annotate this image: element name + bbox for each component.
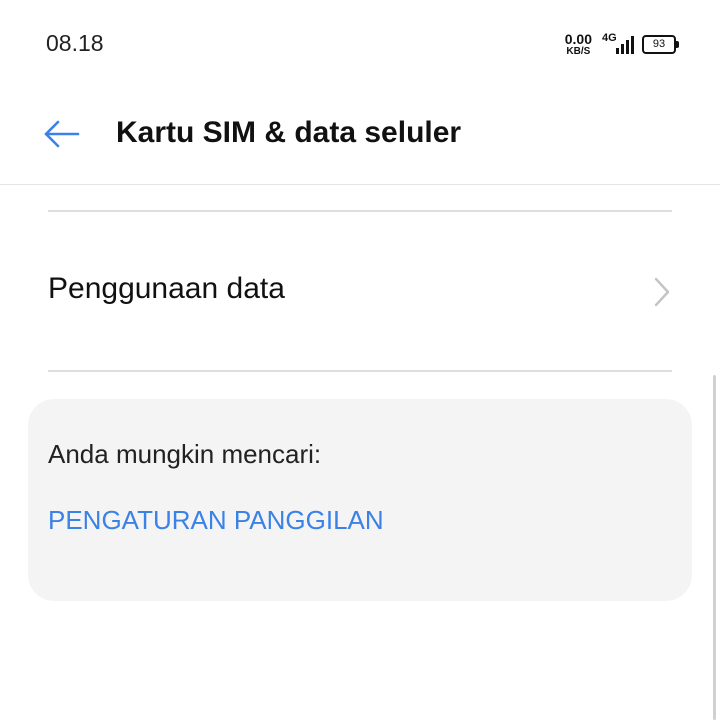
network-speed-icon: 0.00 KB/S <box>565 32 592 57</box>
status-icons: 0.00 KB/S 4G 93 <box>565 30 679 58</box>
battery-icon: 93 <box>642 34 679 54</box>
network-type-label: 4G <box>602 32 617 44</box>
header-divider <box>0 184 720 185</box>
signal-icon: 4G <box>600 32 634 56</box>
data-usage-item[interactable]: Penggunaan data <box>48 212 672 370</box>
scrollbar[interactable] <box>713 375 716 720</box>
list-divider-bottom <box>48 370 672 372</box>
chevron-right-icon <box>654 277 670 307</box>
status-time: 08.18 <box>46 30 104 56</box>
suggestions-heading: Anda mungkin mencari: <box>48 439 322 469</box>
screen: 08.18 0.00 KB/S 4G 93 Kartu SIM & data s… <box>0 0 720 720</box>
battery-level: 93 <box>652 37 666 50</box>
network-speed-value: 0.00 <box>564 30 592 47</box>
call-settings-link[interactable]: PENGATURAN PANGGILAN <box>48 505 384 536</box>
signal-bars <box>616 36 634 54</box>
back-button[interactable] <box>40 114 84 154</box>
suggestions-card: Anda mungkin mencari: PENGATURAN PANGGIL… <box>28 399 692 601</box>
data-usage-label: Penggunaan data <box>48 272 285 305</box>
page-title: Kartu SIM & data seluler <box>116 116 462 149</box>
network-speed-unit: KB/S <box>566 45 591 57</box>
arrow-left-icon <box>44 120 80 148</box>
